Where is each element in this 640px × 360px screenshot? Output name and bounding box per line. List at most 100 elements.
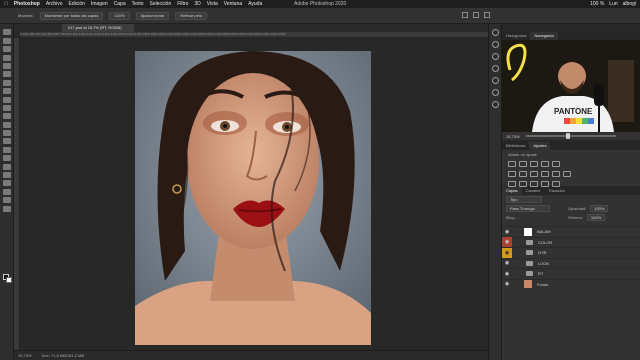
quick-selection-tool-icon[interactable]: [2, 54, 11, 61]
swatches-panel-icon[interactable]: [491, 77, 499, 84]
tab-histogram[interactable]: Histograma: [502, 32, 530, 40]
menu-archivo[interactable]: Archivo: [46, 1, 63, 7]
background-color-swatch[interactable]: [6, 277, 12, 283]
layer-filter-dropdown[interactable]: Tipo: [506, 196, 542, 203]
black-white-icon[interactable]: [530, 171, 538, 177]
layer-row[interactable]: ◉ COLOR: [502, 236, 640, 248]
clone-stamp-tool-icon[interactable]: [2, 104, 11, 111]
menu-edicion[interactable]: Edición: [69, 1, 85, 7]
visibility-eye-icon[interactable]: ◉: [502, 237, 512, 248]
history-panel-icon[interactable]: [491, 29, 499, 36]
color-panel-icon[interactable]: [491, 65, 499, 72]
menu-vista[interactable]: Vista: [207, 1, 218, 7]
layer-name: DYB: [538, 250, 547, 256]
app-menu[interactable]: Photoshop: [14, 1, 40, 7]
vibrance-icon[interactable]: [552, 161, 560, 167]
exposure-icon[interactable]: [541, 161, 549, 167]
document-info[interactable]: Doc: 71,6 MB/161,2 MB: [42, 353, 84, 358]
tab-navigator[interactable]: Navegador: [530, 32, 559, 40]
dodge-tool-icon[interactable]: [2, 146, 11, 153]
gradient-tool-icon[interactable]: [2, 130, 11, 137]
apple-icon[interactable]: : [4, 1, 8, 7]
zoom-slider-thumb[interactable]: [565, 133, 570, 139]
photo-filter-icon[interactable]: [541, 171, 549, 177]
pen-tool-icon[interactable]: [2, 155, 11, 162]
visibility-eye-icon[interactable]: ◉: [502, 247, 512, 258]
eyedropper-tool-icon[interactable]: [2, 79, 11, 86]
menu-imagen[interactable]: Imagen: [91, 1, 108, 7]
menu-capa[interactable]: Capa: [114, 1, 126, 7]
sample-dropdown[interactable]: Muestrear por todas las capas: [39, 11, 104, 20]
opacity-field[interactable]: 100%: [590, 205, 609, 212]
folder-icon: [526, 271, 533, 277]
navigator-preview[interactable]: PANTONE: [502, 40, 640, 132]
move-tool-icon[interactable]: [2, 29, 11, 36]
visibility-eye-icon[interactable]: ◉: [502, 258, 512, 268]
fill-label: Relleno:: [568, 215, 583, 220]
menu-ventana[interactable]: Ventana: [224, 1, 242, 7]
zoom-tool-icon[interactable]: [2, 197, 11, 204]
brushes-panel-icon[interactable]: [491, 89, 499, 96]
layer-name: BALAM: [537, 229, 551, 235]
type-tool-icon[interactable]: [2, 163, 11, 170]
layer-name: COLOR: [538, 239, 553, 245]
visibility-eye-icon[interactable]: ◉: [502, 227, 512, 237]
refine-hair-button[interactable]: Refinar pelo: [175, 11, 207, 20]
history-brush-tool-icon[interactable]: [2, 113, 11, 120]
hand-tool-icon[interactable]: [2, 188, 11, 195]
visibility-eye-icon[interactable]: ◉: [502, 269, 512, 279]
layer-row[interactable]: ◉ DYB: [502, 247, 640, 258]
channel-mixer-icon[interactable]: [552, 171, 560, 177]
path-selection-tool-icon[interactable]: [2, 172, 11, 179]
layer-row[interactable]: ◉ LOOK: [502, 257, 640, 269]
navigator-zoom-value[interactable]: 15,73%: [506, 134, 520, 139]
tab-libraries[interactable]: Bibliotecas: [502, 142, 529, 150]
share-icon[interactable]: [484, 12, 490, 18]
blur-tool-icon[interactable]: [2, 138, 11, 145]
brush-tool-icon[interactable]: [2, 96, 11, 103]
menu-3d[interactable]: 3D: [194, 1, 200, 7]
workspace-icon[interactable]: [473, 12, 479, 18]
document-tab[interactable]: 017.psd al 15,7% (RT, RGB/8): [62, 24, 134, 32]
user-name[interactable]: albogi: [623, 1, 636, 7]
menu-seleccion[interactable]: Selección: [150, 1, 172, 7]
crop-tool-icon[interactable]: [2, 62, 11, 69]
layer-name: LOOK: [538, 260, 550, 266]
tab-layers[interactable]: Capas: [502, 187, 522, 195]
menu-ayuda[interactable]: Ayuda: [248, 1, 262, 7]
tab-paths[interactable]: Trazados: [544, 187, 569, 195]
zoom-level[interactable]: 15,73%: [18, 353, 32, 358]
edit-toolbar-icon[interactable]: [2, 205, 11, 212]
brightness-contrast-icon[interactable]: [508, 161, 516, 167]
layer-row[interactable]: ◉ RT: [502, 268, 640, 279]
layer-row[interactable]: ◉ Fondo: [502, 278, 640, 290]
collapsed-panels-strip: [488, 24, 502, 360]
menu-filtro[interactable]: Filtro: [177, 1, 188, 7]
rectangle-tool-icon[interactable]: [2, 180, 11, 187]
tab-channels[interactable]: Canales: [522, 187, 545, 195]
frame-tool-icon[interactable]: [2, 71, 11, 78]
hue-saturation-icon[interactable]: [508, 171, 516, 177]
canvas-image[interactable]: [135, 51, 371, 345]
actions-panel-icon[interactable]: [491, 101, 499, 108]
properties-panel-icon[interactable]: [491, 41, 499, 48]
eraser-tool-icon[interactable]: [2, 121, 11, 128]
layer-row[interactable]: ◉ BALAM: [502, 226, 640, 237]
color-balance-icon[interactable]: [519, 171, 527, 177]
fill-field[interactable]: 100%: [586, 214, 606, 221]
color-lookup-icon[interactable]: [563, 171, 571, 177]
curves-icon[interactable]: [530, 161, 538, 167]
healing-brush-tool-icon[interactable]: [2, 88, 11, 95]
visibility-eye-icon[interactable]: ◉: [502, 279, 512, 289]
size-field[interactable]: 100%: [109, 11, 130, 20]
levels-icon[interactable]: [519, 161, 527, 167]
blend-mode-dropdown[interactable]: Pass Through: [506, 205, 550, 212]
menu-texto[interactable]: Texto: [132, 1, 144, 7]
adjust-edge-button[interactable]: Ajustar borde: [135, 11, 170, 20]
search-icon[interactable]: [462, 12, 468, 18]
marquee-tool-icon[interactable]: [2, 37, 11, 44]
navigator-zoom-slider[interactable]: [525, 133, 616, 139]
info-panel-icon[interactable]: [491, 53, 499, 60]
lasso-tool-icon[interactable]: [2, 46, 11, 53]
tab-adjustments[interactable]: Ajustes: [529, 142, 551, 150]
